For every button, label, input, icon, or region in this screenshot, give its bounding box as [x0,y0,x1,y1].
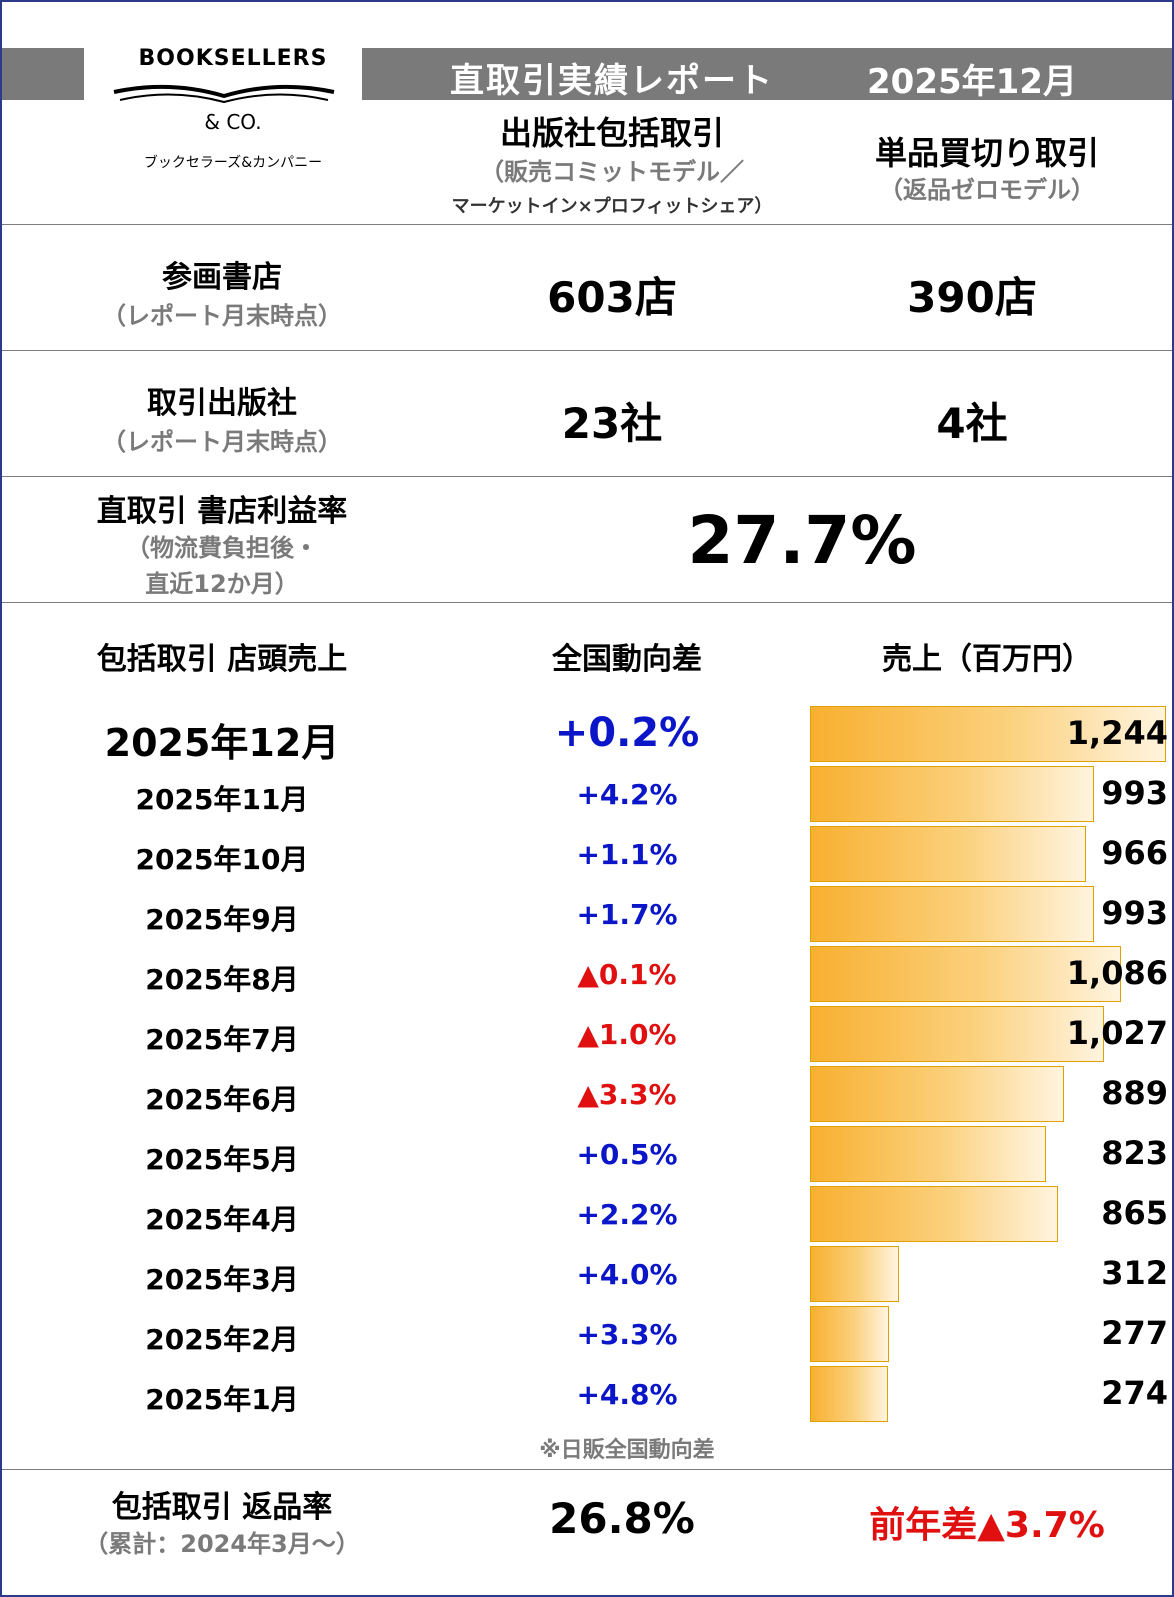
diff-label: +0.2% [554,710,700,756]
sales-value-label: 1,086 [1066,954,1168,992]
sales-value-label: 993 [1101,894,1168,932]
month-label: 2025年2月 [145,1323,299,1356]
diff-label: +4.0% [576,1258,678,1291]
sales-value-label: 966 [1101,834,1168,872]
diff-label: ▲0.1% [577,958,677,991]
month-label: 2025年9月 [145,903,299,936]
month-label: 2025年7月 [145,1023,299,1056]
diff-label: +4.2% [576,778,678,811]
diff-label: +4.8% [576,1378,678,1411]
diff-label: +1.7% [576,898,678,931]
returns-yoy: 前年差▲3.7% [869,1505,1105,1546]
diff-label: +2.2% [576,1198,678,1231]
month-label: 2025年11月 [135,783,309,816]
sales-value-label: 889 [1101,1074,1168,1112]
sales-value-label: 312 [1101,1254,1168,1292]
sales-value-label: 993 [1101,774,1168,812]
footnote: ※日販全国動向差 [539,1438,715,1463]
diff-label: ▲3.3% [577,1078,677,1111]
sales-bar [810,1246,899,1302]
diff-label: +1.1% [576,838,678,871]
returns-label: 包括取引 返品率 [111,1490,333,1525]
month-label: 2025年3月 [145,1263,299,1296]
month-label: 2025年10月 [135,843,309,876]
diff-label: +3.3% [576,1318,678,1351]
month-label: 2025年8月 [145,963,299,996]
sales-value-label: 277 [1101,1314,1168,1352]
sales-value-label: 1,027 [1066,1014,1168,1052]
sales-bar [810,1306,889,1362]
sales-value-label: 274 [1101,1374,1168,1412]
month-label: 2025年6月 [145,1083,299,1116]
report-frame: 直取引実績レポート 2025年12月 BOOKSELLERS & CO. ブック… [0,0,1174,1597]
sales-value-label: 823 [1101,1134,1168,1172]
sales-value-label: 865 [1101,1194,1168,1232]
month-label: 2025年1月 [145,1383,299,1416]
returns-note: （累計：2024年3月～） [84,1530,360,1558]
month-label: 2025年4月 [145,1203,299,1236]
divider [2,1469,1172,1470]
returns-value: 26.8% [549,1494,695,1543]
diff-label: +0.5% [576,1138,678,1171]
sales-chart: 2025年12月 +0.2% 1,244 2025年11月 +4.2% 993 2025年1… [2,2,1172,1595]
diff-label: ▲1.0% [577,1018,677,1051]
sales-value-label: 1,244 [1066,714,1168,752]
month-label: 2025年12月 [104,721,340,765]
month-label: 2025年5月 [145,1143,299,1176]
sales-bar [810,1366,888,1422]
